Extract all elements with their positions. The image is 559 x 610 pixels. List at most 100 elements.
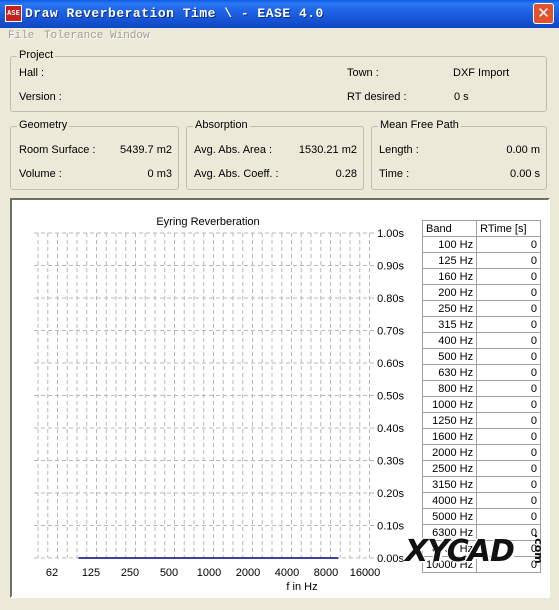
town-label: Town : — [347, 67, 379, 79]
rtime-column-header: RTime [s] — [476, 220, 541, 237]
mfp-length-value: 0.00 m — [506, 144, 540, 156]
table-row[interactable]: 1250 Hz 0 — [421, 412, 541, 429]
close-icon: ✕ — [537, 4, 550, 22]
band-cell: 1250 Hz — [421, 412, 478, 429]
table-row[interactable]: 1600 Hz 0 — [421, 428, 541, 445]
table-row[interactable]: 3150 Hz 0 — [421, 476, 541, 493]
menu-file[interactable]: File — [8, 30, 34, 42]
band-cell: 315 Hz — [421, 316, 478, 333]
y-tick-label: 0.20s — [377, 488, 404, 500]
rt-desired-label: RT desired : — [347, 91, 407, 103]
rtime-cell[interactable]: 0 — [476, 268, 541, 285]
band-cell: 3150 Hz — [421, 476, 478, 493]
rtime-cell[interactable]: 0 — [476, 460, 541, 477]
rtime-cell[interactable]: 0 — [476, 428, 541, 445]
mfp-time-label: Time : — [379, 168, 410, 180]
y-tick-label: 0.80s — [377, 293, 404, 305]
rtime-cell[interactable]: 0 — [476, 380, 541, 397]
table-row[interactable]: 125 Hz 0 — [421, 252, 541, 269]
absorption-group-label: Absorption — [193, 119, 250, 131]
volume-label: Volume : — [19, 168, 62, 180]
rtime-cell[interactable]: 0 — [476, 332, 541, 349]
x-tick-label: 125 — [82, 567, 100, 579]
geometry-group: Geometry Room Surface : 5439.7 m2 Volume… — [10, 119, 179, 190]
close-button[interactable]: ✕ — [533, 3, 554, 24]
rtime-cell[interactable]: 0 — [476, 412, 541, 429]
x-tick-label: 500 — [160, 567, 178, 579]
table-row[interactable]: 315 Hz 0 — [421, 316, 541, 333]
menu-bar: File Tolerance Window — [0, 28, 559, 46]
avg-abs-coeff-value: 0.28 — [335, 168, 357, 180]
rtime-cell[interactable]: 0 — [476, 316, 541, 333]
y-tick-label: 0.30s — [377, 456, 404, 468]
band-cell: 200 Hz — [421, 284, 478, 301]
rtime-cell[interactable]: 0 — [476, 492, 541, 509]
band-column-header: Band — [421, 220, 478, 237]
band-cell: 800 Hz — [421, 380, 478, 397]
version-label: Version : — [19, 91, 62, 103]
avg-abs-area-label: Avg. Abs. Area : — [194, 144, 273, 156]
table-row[interactable]: 1000 Hz 0 — [421, 396, 541, 413]
x-tick-label: 250 — [121, 567, 139, 579]
rtime-cell[interactable]: 0 — [476, 300, 541, 317]
rtime-cell[interactable]: 0 — [476, 444, 541, 461]
y-tick-label: 0.60s — [377, 358, 404, 370]
mean-free-path-group-label: Mean Free Path — [378, 119, 461, 131]
rtime-cell[interactable]: 0 — [476, 476, 541, 493]
title-bar: ASE Draw Reverberation Time \ - EASE 4.0… — [0, 0, 559, 28]
band-cell: 125 Hz — [421, 252, 478, 269]
y-tick-label: 0.00s — [377, 553, 404, 565]
town-value: DXF Import — [453, 67, 510, 79]
room-surface-label: Room Surface : — [19, 144, 96, 156]
mfp-length-label: Length : — [379, 144, 419, 156]
menu-window[interactable]: Window — [110, 30, 150, 42]
table-row[interactable]: 160 Hz 0 — [421, 268, 541, 285]
band-cell: 160 Hz — [421, 268, 478, 285]
x-tick-label: 8000 — [314, 567, 338, 579]
band-cell: 1600 Hz — [421, 428, 478, 445]
table-row[interactable]: 630 Hz 0 — [421, 364, 541, 381]
app-icon[interactable]: ASE — [5, 5, 22, 22]
table-row[interactable]: 250 Hz 0 — [421, 300, 541, 317]
mean-free-path-group: Mean Free Path Length : 0.00 m Time : 0.… — [371, 119, 547, 190]
rtime-cell[interactable]: 0 — [476, 508, 541, 525]
y-tick-label: 0.50s — [377, 391, 404, 403]
rtime-cell[interactable]: 0 — [476, 348, 541, 365]
rtime-cell[interactable]: 0 — [476, 236, 541, 253]
hall-label: Hall : — [19, 67, 45, 79]
band-cell: 2000 Hz — [421, 444, 478, 461]
table-row[interactable]: 4000 Hz 0 — [421, 492, 541, 509]
y-tick-label: 1.00s — [377, 228, 404, 240]
band-cell: 2500 Hz — [421, 460, 478, 477]
x-tick-label: 16000 — [350, 567, 381, 579]
table-row[interactable]: 100 Hz 0 — [421, 236, 541, 253]
rtime-cell[interactable]: 0 — [476, 364, 541, 381]
y-tick-label: 0.70s — [377, 326, 404, 338]
band-cell: 5000 Hz — [421, 508, 478, 525]
table-row[interactable]: 400 Hz 0 — [421, 332, 541, 349]
rtime-cell[interactable]: 0 — [476, 252, 541, 269]
table-row[interactable]: 2000 Hz 0 — [421, 444, 541, 461]
chart-xlabel: f in Hz — [286, 581, 317, 593]
absorption-group: Absorption Avg. Abs. Area : 1530.21 m2 A… — [186, 119, 364, 190]
y-tick-label: 0.10s — [377, 521, 404, 533]
rt-table-header-row: Band RTime [s] — [421, 220, 541, 237]
x-tick-label: 2000 — [236, 567, 260, 579]
band-cell: 100 Hz — [421, 236, 478, 253]
rt-desired-value: 0 s — [454, 91, 469, 103]
table-row[interactable]: 200 Hz 0 — [421, 284, 541, 301]
rt-table: Band RTime [s] 100 Hz 0 125 Hz 0 160 Hz 0 200 … — [421, 220, 541, 573]
chart-title: Eyring Reverberation — [156, 216, 259, 228]
rtime-cell[interactable]: 0 — [476, 284, 541, 301]
table-row[interactable]: 800 Hz 0 — [421, 380, 541, 397]
table-row[interactable]: 500 Hz 0 — [421, 348, 541, 365]
band-cell: 400 Hz — [421, 332, 478, 349]
table-row[interactable]: 5000 Hz 0 — [421, 508, 541, 525]
menu-tolerance[interactable]: Tolerance — [44, 30, 103, 42]
table-row[interactable]: 2500 Hz 0 — [421, 460, 541, 477]
rtime-cell[interactable]: 0 — [476, 396, 541, 413]
band-cell: 500 Hz — [421, 348, 478, 365]
volume-value: 0 m3 — [147, 168, 172, 180]
watermark-logo: XYCAD .com — [405, 534, 555, 574]
x-tick-label: 62 — [46, 567, 58, 579]
